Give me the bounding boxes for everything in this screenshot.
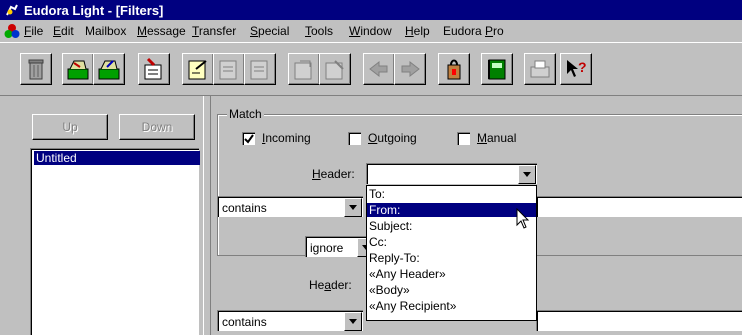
header-dropdown-list[interactable]: To: From: Subject: Cc: Reply-To: «Any He… bbox=[366, 185, 537, 321]
dropdown-option-cc[interactable]: Cc: bbox=[367, 235, 536, 249]
help-icon: ? bbox=[567, 59, 587, 77]
filters-window-icon bbox=[6, 4, 18, 16]
contains-select-1-value: contains bbox=[222, 201, 267, 215]
pane-splitter[interactable] bbox=[203, 96, 211, 335]
outgoing-label[interactable]: Outgoing bbox=[368, 131, 417, 145]
conjunction-select-value: ignore bbox=[310, 241, 344, 255]
previous-message-button[interactable] bbox=[363, 53, 395, 85]
reply-all-button[interactable] bbox=[213, 53, 245, 85]
manual-checkbox[interactable] bbox=[457, 132, 470, 145]
outgoing-checkbox[interactable] bbox=[348, 132, 361, 145]
dropdown-option-from[interactable]: From: bbox=[367, 203, 536, 217]
match-value-field-1[interactable] bbox=[536, 196, 742, 217]
new-message-icon bbox=[144, 57, 162, 80]
reply-button[interactable] bbox=[182, 53, 214, 85]
down-button[interactable]: Down bbox=[119, 114, 195, 140]
next-message-button[interactable] bbox=[394, 53, 426, 85]
dropdown-option-subject[interactable]: Subject: bbox=[367, 219, 536, 233]
help-button[interactable]: ? bbox=[560, 53, 592, 85]
header-dropdown-button[interactable] bbox=[518, 165, 536, 184]
new-message-button[interactable] bbox=[138, 53, 170, 85]
check-mail-icon bbox=[67, 60, 89, 80]
match-value-field-2[interactable] bbox=[536, 310, 742, 331]
outgoing-label-rest: utgoing bbox=[377, 131, 417, 145]
filter-list-pane: Up Down Untitled bbox=[20, 96, 203, 335]
menu-eudora-pro[interactable]: Eudora Pro bbox=[443, 24, 504, 38]
chevron-down-icon bbox=[349, 319, 357, 324]
dropdown-option-any-header[interactable]: «Any Header» bbox=[367, 267, 536, 281]
print-button[interactable] bbox=[524, 53, 556, 85]
contains-select-2[interactable]: contains bbox=[217, 310, 363, 331]
send-again-icon bbox=[325, 60, 344, 80]
mouse-pointer-icon bbox=[516, 208, 530, 229]
check-mail-button[interactable] bbox=[62, 53, 94, 85]
reply-all-icon bbox=[219, 60, 237, 80]
window-title: Eudora Light - [Filters] bbox=[24, 3, 164, 18]
left-border-strip bbox=[0, 96, 21, 335]
contains-select-1[interactable]: contains bbox=[217, 196, 363, 217]
menu-help[interactable]: Help bbox=[405, 24, 430, 38]
header-label: Header: bbox=[312, 167, 355, 181]
match-group-label: Match bbox=[227, 107, 264, 121]
svg-text:?: ? bbox=[578, 59, 587, 75]
send-queued-icon bbox=[98, 60, 120, 80]
manual-label-rest: anual bbox=[487, 131, 517, 145]
checkmark-icon bbox=[244, 134, 254, 144]
trash-button[interactable] bbox=[20, 53, 52, 85]
attach-file-icon bbox=[447, 59, 461, 80]
address-book-button[interactable] bbox=[481, 53, 513, 85]
filter-list-item[interactable]: Untitled bbox=[34, 151, 200, 165]
title-bar[interactable]: Eudora Light - [Filters] bbox=[0, 0, 742, 20]
contains-2-dropdown-button[interactable] bbox=[344, 312, 362, 331]
menu-file[interactable]: File bbox=[24, 24, 43, 38]
eudora-window: Eudora Light - [Filters] File Edit Mailb… bbox=[0, 0, 742, 335]
incoming-label-rest: ncoming bbox=[265, 131, 311, 145]
send-queued-button[interactable] bbox=[93, 53, 125, 85]
eudora-app-icon[interactable] bbox=[4, 23, 20, 39]
address-book-icon bbox=[488, 59, 506, 80]
dropdown-option-body[interactable]: «Body» bbox=[367, 283, 536, 297]
manual-label[interactable]: Manual bbox=[477, 131, 516, 145]
menu-special[interactable]: Special bbox=[250, 24, 289, 38]
menu-bar: File Edit Mailbox Message Transfer Speci… bbox=[0, 20, 742, 42]
up-button[interactable]: Up bbox=[32, 114, 108, 140]
menu-transfer[interactable]: Transfer bbox=[192, 24, 236, 38]
contains-select-2-value: contains bbox=[222, 315, 267, 329]
forward-icon bbox=[250, 60, 268, 80]
chevron-down-icon bbox=[349, 205, 357, 210]
menu-tools[interactable]: Tools bbox=[305, 24, 333, 38]
redirect-icon bbox=[294, 60, 312, 80]
menu-edit[interactable]: Edit bbox=[53, 24, 74, 38]
forward-button[interactable] bbox=[244, 53, 276, 85]
dropdown-option-reply-to[interactable]: Reply-To: bbox=[367, 251, 536, 265]
incoming-label[interactable]: Incoming bbox=[262, 131, 311, 145]
send-again-button[interactable] bbox=[319, 53, 351, 85]
filter-list[interactable]: Untitled bbox=[30, 148, 200, 335]
header-select[interactable] bbox=[366, 163, 537, 184]
redirect-button[interactable] bbox=[288, 53, 320, 85]
contains-1-dropdown-button[interactable] bbox=[344, 198, 362, 217]
dropdown-option-any-recipient[interactable]: «Any Recipient» bbox=[367, 299, 536, 313]
trash-icon bbox=[28, 59, 44, 80]
reply-icon bbox=[188, 60, 207, 80]
menu-message[interactable]: Message bbox=[137, 24, 186, 38]
next-message-icon bbox=[401, 60, 420, 78]
menu-mailbox[interactable]: Mailbox bbox=[85, 24, 126, 38]
toolbar: ? bbox=[0, 42, 742, 96]
print-icon bbox=[530, 60, 550, 78]
attach-file-button[interactable] bbox=[438, 53, 470, 85]
header2-label: Header: bbox=[309, 278, 352, 292]
menu-window[interactable]: Window bbox=[349, 24, 392, 38]
incoming-checkbox[interactable] bbox=[242, 132, 255, 145]
chevron-down-icon bbox=[523, 172, 531, 177]
previous-message-icon bbox=[369, 60, 388, 78]
dropdown-option-to[interactable]: To: bbox=[367, 187, 536, 201]
